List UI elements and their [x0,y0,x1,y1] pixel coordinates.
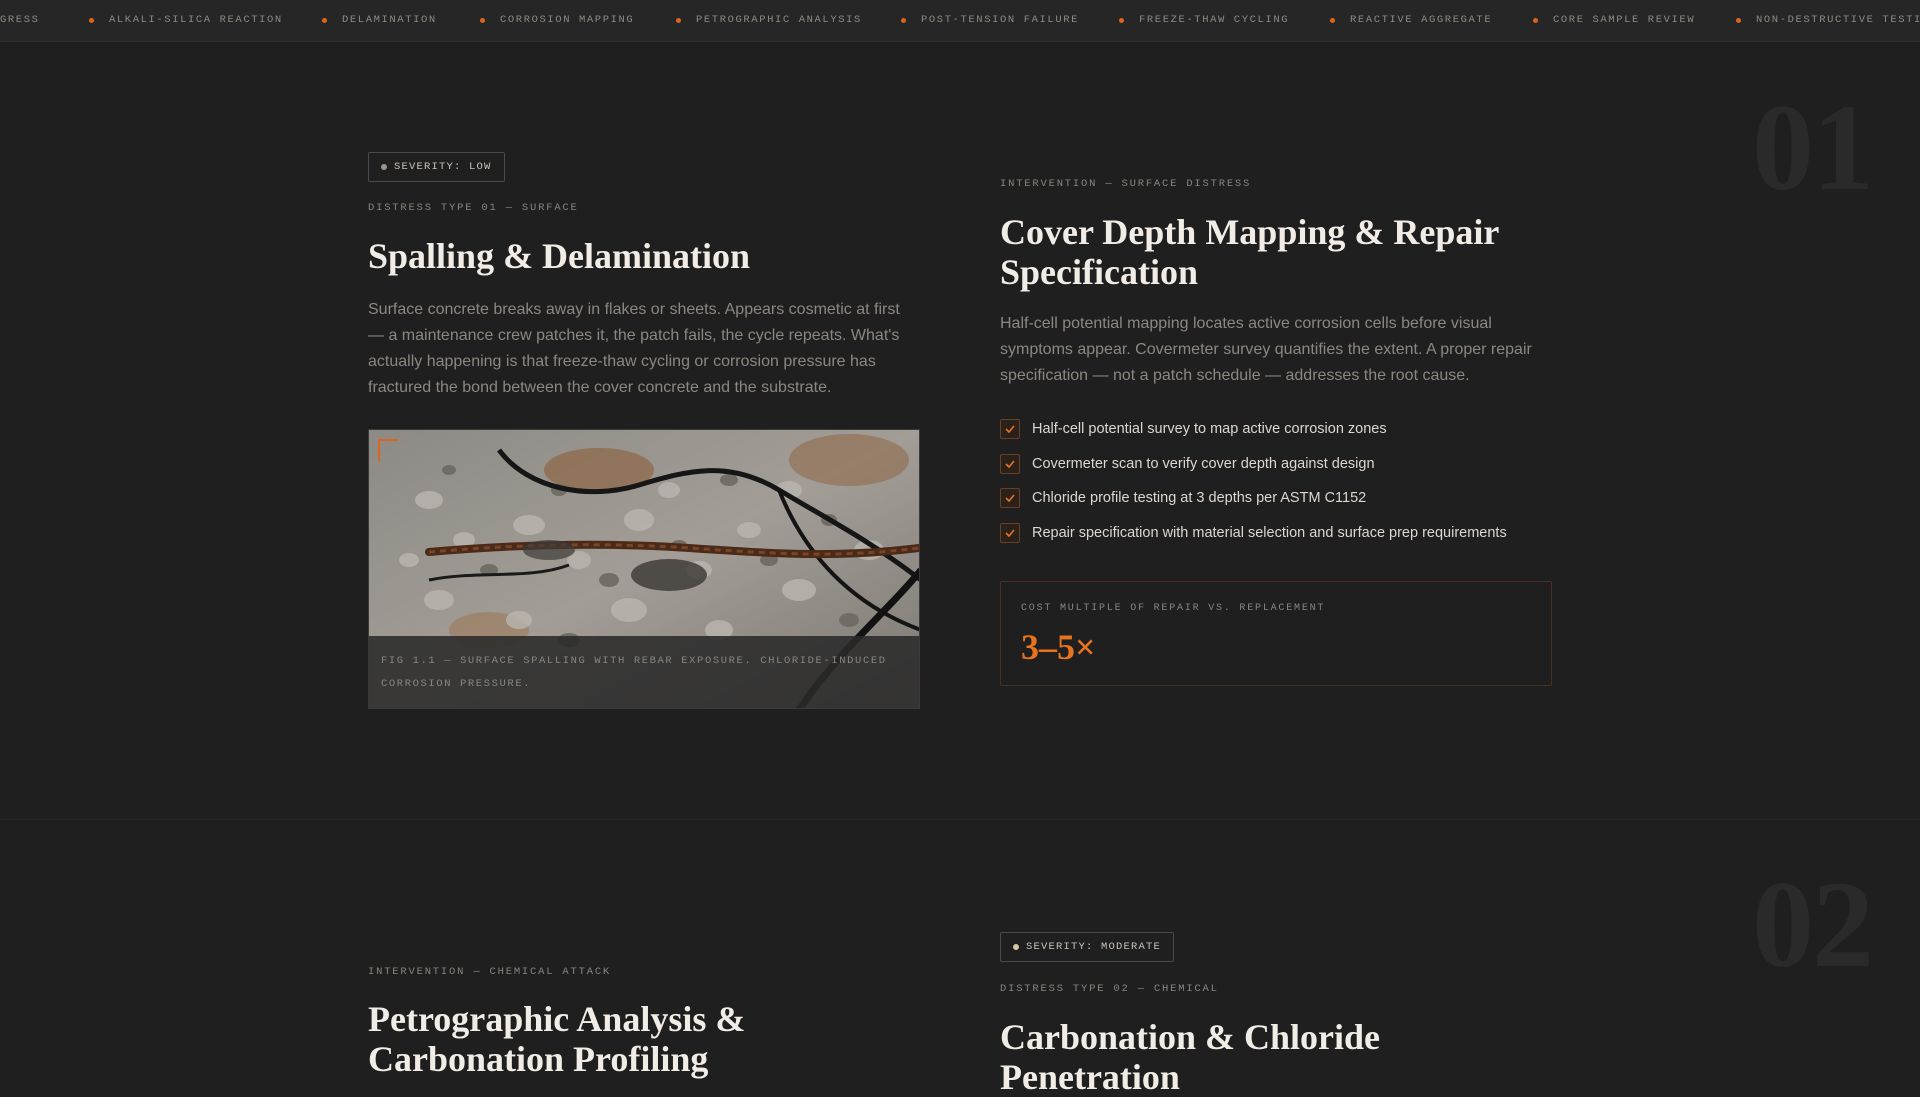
distress-section-01: 01 SEVERITY: LOW DISTRESS TYPE 01 — SURF… [0,42,1920,820]
checklist-item: Half-cell potential survey to map active… [1000,412,1560,447]
intervention-title: Petrographic Analysis & Carbonation Prof… [368,999,746,1079]
checkmark-icon [1000,488,1020,509]
ticker-dot-icon [1119,18,1124,23]
checklist-item: Repair specification with material selec… [1000,516,1560,551]
ticker-dot-icon [1533,18,1538,23]
ticker-item: NON-DESTRUCTIVE TESTIN [1756,14,1920,26]
checkmark-icon [1000,453,1020,474]
ticker-item: ALKALI-SILICA REACTION [109,14,283,26]
checklist-item-label: Chloride profile testing at 3 depths per… [1032,490,1367,507]
ticker-item: GRESS [0,14,40,26]
stat-label: COST MULTIPLE OF REPAIR VS. REPLACEMENT [1021,603,1326,614]
section-number: 02 [1752,856,1874,993]
severity-badge: SEVERITY: MODERATE [1000,932,1175,962]
distress-description: Surface concrete breaks away in flakes o… [368,301,900,396]
severity-badge: SEVERITY: LOW [368,152,505,182]
distress-section-02: 02 INTERVENTION — CHEMICAL ATTACK Petrog… [0,821,1920,1097]
intervention-eyebrow: INTERVENTION — SURFACE DISTRESS [1000,178,1252,190]
intervention-checklist: Half-cell potential survey to map active… [1000,412,1560,550]
ticker-item: REACTIVE AGGREGATE [1350,14,1493,26]
distress-title: Spalling & Delamination [368,236,751,276]
ticker-dot-icon [480,18,485,23]
intervention-description: Half-cell potential mapping locates acti… [1000,315,1532,384]
ticker-item: POST-TENSION FAILURE [921,14,1080,26]
severity-dot-icon [381,164,387,170]
figure-corner-marker-icon [378,439,398,461]
topic-ticker: GRESS ALKALI-SILICA REACTION DELAMINATIO… [0,0,1920,42]
ticker-dot-icon [901,18,906,23]
ticker-item: CORE SAMPLE REVIEW [1553,14,1696,26]
checklist-item: Covermeter scan to verify cover depth ag… [1000,447,1560,482]
checklist-item-label: Repair specification with material selec… [1032,524,1507,541]
ticker-dot-icon [89,18,94,23]
checkmark-icon [1000,419,1020,440]
intervention-title: Cover Depth Mapping & Repair Specificati… [1000,212,1499,292]
ticker-dot-icon [322,18,327,23]
distress-eyebrow: DISTRESS TYPE 02 — CHEMICAL [1000,983,1219,995]
severity-label: SEVERITY: LOW [394,161,492,173]
figure-caption: FIG 1.1 — SURFACE SPALLING WITH REBAR EX… [369,636,919,708]
spalling-photo-figure: FIG 1.1 — SURFACE SPALLING WITH REBAR EX… [368,429,920,709]
section-number: 01 [1752,79,1874,216]
ticker-dot-icon [676,18,681,23]
checklist-item-label: Covermeter scan to verify cover depth ag… [1032,455,1375,472]
intervention-eyebrow: INTERVENTION — CHEMICAL ATTACK [368,966,612,978]
checklist-item: Chloride profile testing at 3 depths per… [1000,481,1560,516]
cost-stat-card: COST MULTIPLE OF REPAIR VS. REPLACEMENT … [1000,581,1552,686]
ticker-dot-icon [1330,18,1335,23]
severity-label: SEVERITY: MODERATE [1026,941,1162,953]
checklist-item-label: Half-cell potential survey to map active… [1032,421,1387,438]
ticker-dot-icon [1736,18,1741,23]
ticker-item: FREEZE-THAW CYCLING [1139,14,1290,26]
distress-title: Carbonation & Chloride Penetration [1000,1017,1381,1097]
severity-dot-icon [1013,944,1019,950]
stat-value: 3–5× [1021,627,1096,667]
checkmark-icon [1000,522,1020,543]
ticker-item: DELAMINATION [342,14,437,26]
distress-eyebrow: DISTRESS TYPE 01 — SURFACE [368,202,579,214]
ticker-item: CORROSION MAPPING [500,14,635,26]
ticker-item: PETROGRAPHIC ANALYSIS [696,14,862,26]
ticker-track: GRESS ALKALI-SILICA REACTION DELAMINATIO… [0,0,1920,41]
